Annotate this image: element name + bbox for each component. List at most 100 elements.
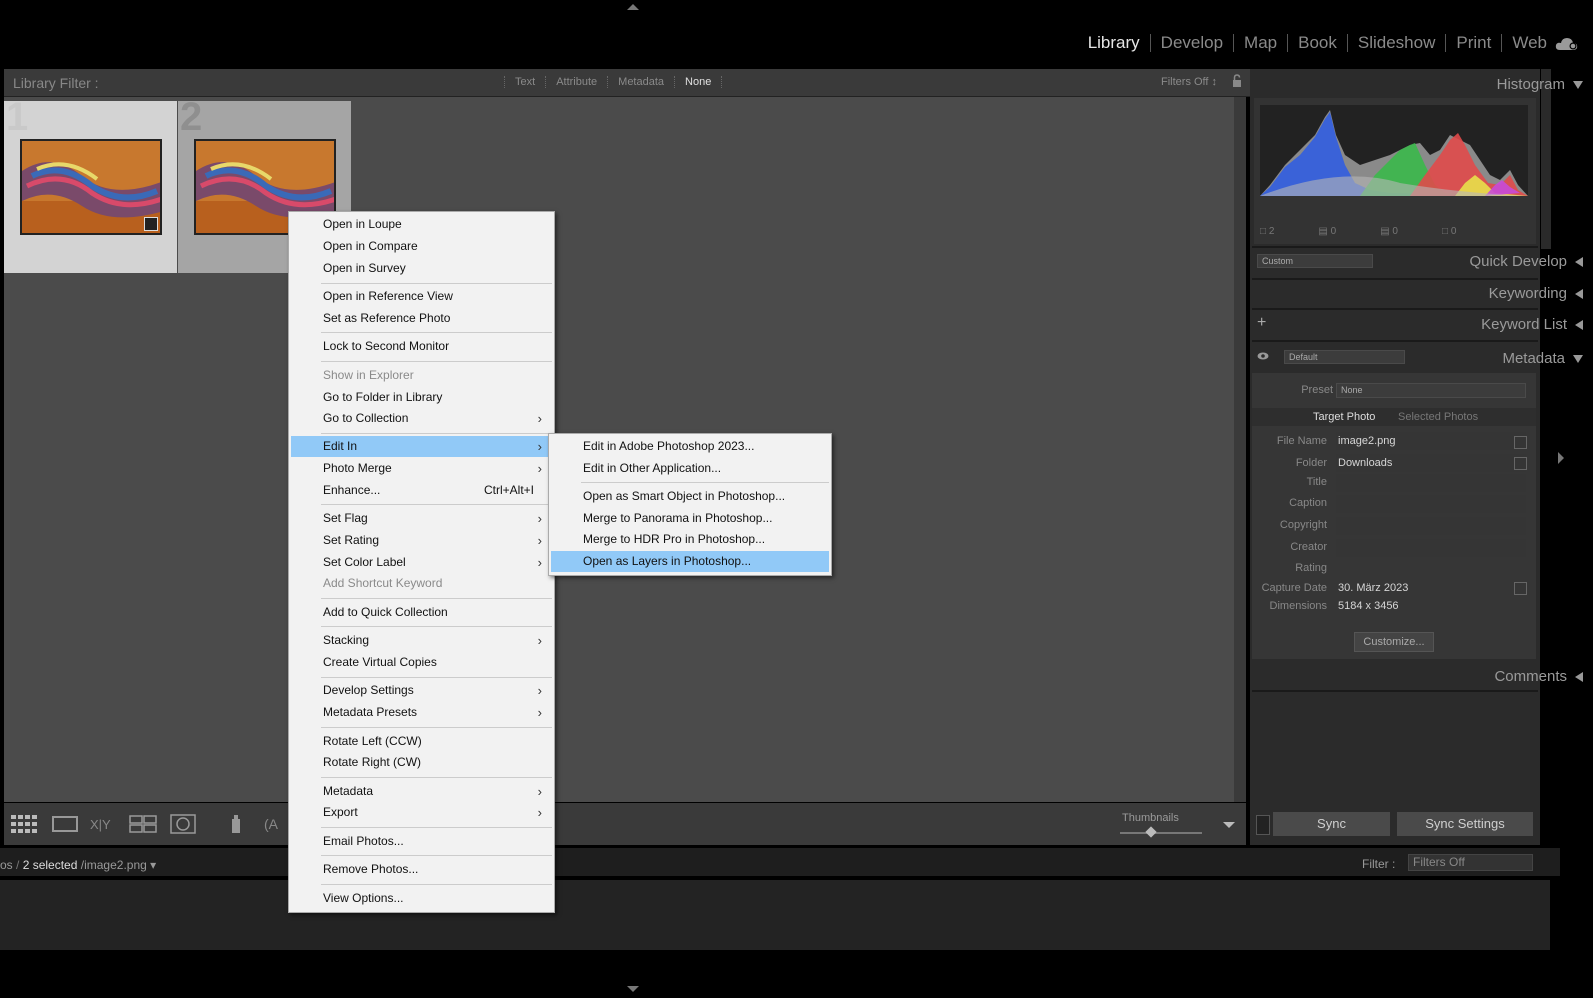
menu-item-view-options[interactable]: View Options... [291,888,552,909]
title-field[interactable] [1336,474,1526,492]
source-prefix: os [0,858,13,872]
menu-item-lock-to-second-monitor[interactable]: Lock to Second Monitor [291,336,552,357]
caption-field[interactable] [1336,495,1526,513]
survey-view-icon[interactable] [128,813,158,835]
filmstrip-source-path[interactable]: os / 2 selected /image2.png ▾ [0,858,156,872]
menu-item-open-in-loupe[interactable]: Open in Loupe [291,214,552,235]
people-view-icon[interactable] [168,813,198,835]
tab-selected-photos[interactable]: Selected Photos [1398,411,1478,423]
quick-develop-preset-select[interactable]: Custom [1257,254,1373,268]
sync-button[interactable]: Sync [1273,812,1390,836]
menu-item-enhance[interactable]: Enhance... Ctrl+Alt+I [291,480,552,501]
menu-separator [321,855,552,856]
comments-header[interactable]: Comments [1494,668,1583,685]
module-library[interactable]: Library [1078,34,1150,52]
menu-item-open-in-reference-view[interactable]: Open in Reference View [291,286,552,307]
menu-separator [321,332,552,333]
list-icon[interactable] [1514,436,1527,449]
cell-index: 1 [6,95,29,139]
submenu-item-open-as-layers[interactable]: Open as Layers in Photoshop... [551,551,829,572]
menu-item-open-in-compare[interactable]: Open in Compare [291,236,552,257]
eye-icon[interactable] [1257,351,1269,361]
filmstrip-status-bar [0,848,1560,876]
menu-item-metadata-presets[interactable]: Metadata Presets › [291,702,552,723]
right-panel-scrollbar[interactable] [1541,69,1551,249]
metadata-preset-select[interactable]: None [1336,383,1526,398]
add-keyword-icon[interactable]: + [1257,314,1266,332]
grid-view-icon[interactable] [10,813,40,835]
go-to-folder-icon[interactable] [1514,457,1527,470]
histogram-header[interactable]: Histogram [1497,76,1583,93]
quick-develop-header[interactable]: Quick Develop [1469,253,1583,270]
menu-item-set-color-label[interactable]: Set Color Label › [291,552,552,573]
copyright-field[interactable] [1336,517,1526,535]
menu-item-rotate-right[interactable]: Rotate Right (CW) [291,752,552,773]
menu-item-email-photos[interactable]: Email Photos... [291,831,552,852]
submenu-item-merge-to-hdr-pro[interactable]: Merge to HDR Pro in Photoshop... [551,529,829,550]
grid-cell[interactable]: 1 [4,95,177,273]
customize-button[interactable]: Customize... [1354,632,1434,652]
menu-separator [321,626,552,627]
module-book[interactable]: Book [1287,34,1347,52]
filter-tab-none[interactable]: None [674,76,723,88]
filmstrip-filter-select[interactable]: Filters Off [1408,854,1533,871]
menu-item-metadata[interactable]: Metadata › [291,781,552,802]
menu-item-go-to-folder-in-library[interactable]: Go to Folder in Library [291,387,552,408]
filter-tab-text[interactable]: Text [504,76,545,88]
metadata-target-tabs [1252,408,1536,426]
menu-item-edit-in[interactable]: Edit In › [291,436,552,457]
grid-scrollbar[interactable] [1234,97,1246,802]
menu-item-add-shortcut-keyword: Add Shortcut Keyword [323,576,443,590]
keywording-header[interactable]: Keywording [1489,285,1583,302]
collapse-triangle-icon [1573,354,1583,363]
menu-item-set-rating[interactable]: Set Rating › [291,530,552,551]
menu-item-go-to-collection[interactable]: Go to Collection › [291,408,552,429]
submenu-item-merge-to-panorama[interactable]: Merge to Panorama in Photoshop... [551,508,829,529]
loupe-view-icon[interactable] [50,813,80,835]
module-slideshow[interactable]: Slideshow [1346,34,1446,52]
module-develop[interactable]: Develop [1149,34,1233,52]
filter-tabs: Text Attribute Metadata None [504,76,723,88]
menu-item-create-virtual-copies[interactable]: Create Virtual Copies [291,652,552,673]
module-map[interactable]: Map [1233,34,1287,52]
submenu-item-edit-in-photoshop[interactable]: Edit in Adobe Photoshop 2023... [551,436,829,457]
collapse-bottom-panel-arrow-icon[interactable] [627,986,639,992]
menu-item-stacking[interactable]: Stacking › [291,630,552,651]
menu-item-develop-settings[interactable]: Develop Settings › [291,680,552,701]
lock-icon[interactable] [1232,74,1242,88]
compare-view-icon[interactable]: X|Y [88,813,118,835]
painter-spray-icon[interactable] [222,813,252,835]
tab-target-photo[interactable]: Target Photo [1313,411,1375,423]
metadata-view-select[interactable]: Default [1284,350,1405,364]
submenu-item-edit-in-other-application[interactable]: Edit in Other Application... [551,458,829,479]
keyword-list-header[interactable]: Keyword List [1481,316,1583,333]
library-filter-bar: Library Filter : Text Attribute Metadata… [4,69,1254,97]
metadata-header[interactable]: Metadata [1502,350,1583,367]
submenu-item-open-as-smart-object[interactable]: Open as Smart Object in Photoshop... [551,486,829,507]
sync-settings-button[interactable]: Sync Settings [1397,812,1533,836]
creator-field[interactable] [1336,539,1526,557]
menu-item-photo-merge[interactable]: Photo Merge › [291,458,552,479]
menu-item-rotate-left[interactable]: Rotate Left (CCW) [291,731,552,752]
filter-tab-attribute[interactable]: Attribute [545,76,607,88]
module-print[interactable]: Print [1445,34,1501,52]
collapse-top-panel-arrow-icon[interactable] [627,4,639,10]
filmstrip[interactable] [0,880,1550,950]
filter-presets-dropdown[interactable]: Filters Off ↕ [1161,76,1217,88]
menu-item-set-flag[interactable]: Set Flag › [291,508,552,529]
menu-item-add-to-quick-collection[interactable]: Add to Quick Collection [291,602,552,623]
collapse-right-panel-arrow-icon[interactable] [1558,452,1564,464]
menu-item-set-as-reference-photo[interactable]: Set as Reference Photo [291,308,552,329]
chevron-down-icon[interactable]: ▾ [150,858,156,872]
cloud-sync-icon[interactable] [1555,37,1579,51]
auto-sync-switch[interactable] [1256,815,1270,835]
menu-item-remove-photos[interactable]: Remove Photos... [291,859,552,880]
module-web[interactable]: Web [1501,34,1557,52]
menu-item-export[interactable]: Export › [291,802,552,823]
menu-item-open-in-survey[interactable]: Open in Survey [291,258,552,279]
edit-capture-time-icon[interactable] [1514,582,1527,595]
toolbar-options-chevron-icon[interactable] [1214,813,1244,835]
photo-thumbnail[interactable] [20,139,162,235]
filter-tab-metadata[interactable]: Metadata [607,76,674,88]
thumbnail-size-slider[interactable] [1120,832,1202,834]
